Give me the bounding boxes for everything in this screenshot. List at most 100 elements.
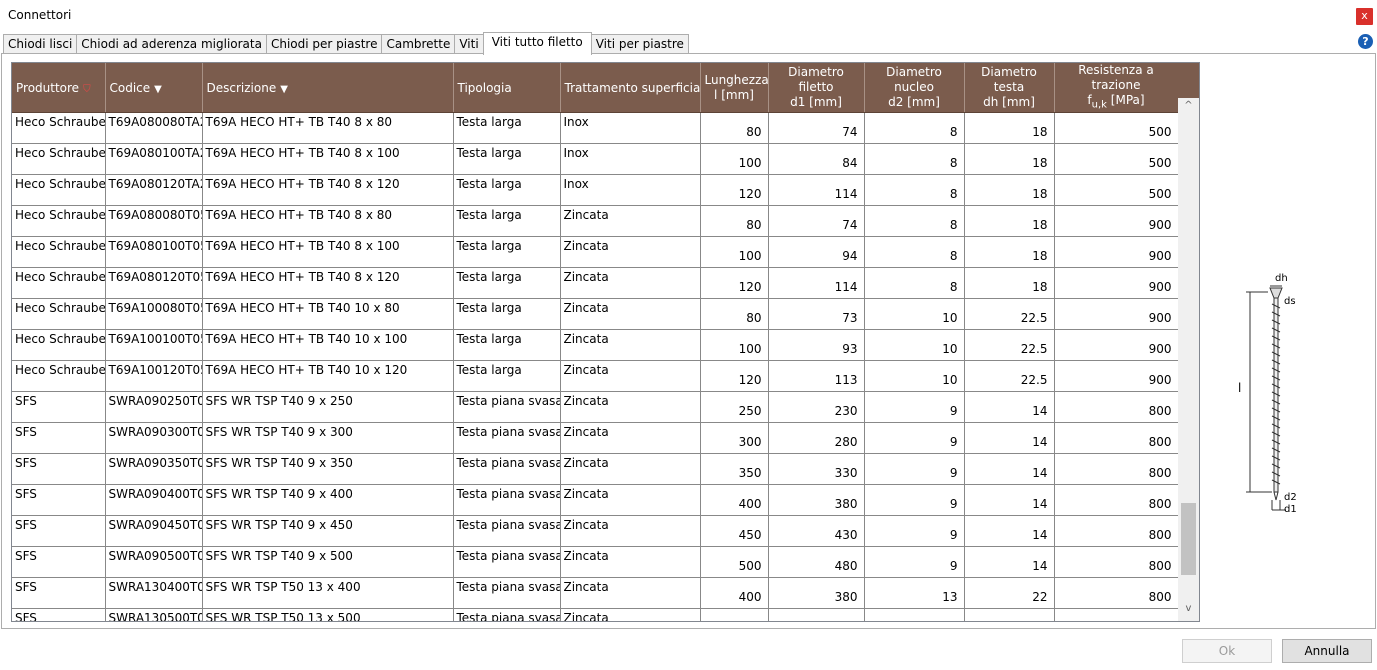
col-header-resistenza[interactable]: Resistenza a trazione fu,k [MPa] — [1054, 63, 1179, 114]
cell-d2[interactable]: 13 — [864, 608, 965, 621]
cell-trattamento[interactable]: Zincata — [560, 484, 701, 517]
cell-codice[interactable]: T69A080100TA2 — [105, 143, 203, 176]
cell-tipologia[interactable]: Testa larga — [453, 174, 561, 207]
close-icon[interactable]: x — [1356, 8, 1373, 25]
cell-trattamento[interactable]: Zincata — [560, 205, 701, 238]
cell-d2[interactable]: 8 — [864, 236, 965, 269]
cell-tipologia[interactable]: Testa piana svasata — [453, 453, 561, 486]
cell-d1[interactable]: 480 — [768, 608, 865, 621]
cell-d2[interactable]: 8 — [864, 174, 965, 207]
cell-trattamento[interactable]: Inox — [560, 112, 701, 145]
cell-codice[interactable]: SWRA130400T05 — [105, 577, 203, 610]
col-header-dh[interactable]: Diametro testa dh [mm] — [964, 63, 1055, 114]
cell-d1[interactable]: 330 — [768, 453, 865, 486]
table-row[interactable]: Heco Schrauben T69A100120T05 T69A HECO HT+… — [12, 360, 1179, 393]
cell-tipologia[interactable]: Testa larga — [453, 236, 561, 269]
col-header-codice[interactable]: Codice ▼ — [105, 63, 203, 114]
table-row[interactable]: Heco Schrauben T69A080080T05 T69A HECO HT+… — [12, 205, 1179, 238]
vertical-scrollbar[interactable]: ^ v — [1178, 98, 1199, 621]
cell-lunghezza[interactable]: 120 — [700, 360, 769, 393]
ok-button[interactable]: Ok — [1182, 639, 1272, 663]
cell-produttore[interactable]: Heco Schrauben — [12, 329, 106, 362]
cell-d2[interactable]: 9 — [864, 515, 965, 548]
cell-descrizione[interactable]: SFS WR TSP T40 9 x 400 — [202, 484, 454, 517]
cell-lunghezza[interactable]: 120 — [700, 267, 769, 300]
cell-codice[interactable]: SWRA090400T05 — [105, 484, 203, 517]
cell-descrizione[interactable]: SFS WR TSP T40 9 x 250 — [202, 391, 454, 424]
cell-codice[interactable]: T69A100120T05 — [105, 360, 203, 393]
cell-d2[interactable]: 8 — [864, 267, 965, 300]
cell-d1[interactable]: 113 — [768, 360, 865, 393]
cell-d2[interactable]: 8 — [864, 143, 965, 176]
cell-descrizione[interactable]: T69A HECO HT+ TB T40 8 x 120 — [202, 267, 454, 300]
cell-produttore[interactable]: Heco Schrauben — [12, 174, 106, 207]
cell-resistenza[interactable]: 500 — [1054, 143, 1179, 176]
cell-dh[interactable]: 14 — [964, 453, 1055, 486]
cell-descrizione[interactable]: SFS WR TSP T50 13 x 400 — [202, 577, 454, 610]
cell-tipologia[interactable]: Testa larga — [453, 329, 561, 362]
table-row[interactable]: SFSSWRA090500T05SFS WR TSP T40 9 x 500Te… — [12, 546, 1179, 579]
cell-tipologia[interactable]: Testa larga — [453, 360, 561, 393]
cell-dh[interactable]: 18 — [964, 112, 1055, 145]
cell-dh[interactable]: 14 — [964, 515, 1055, 548]
cell-produttore[interactable]: Heco Schrauben — [12, 205, 106, 238]
col-header-d1[interactable]: Diametro filetto d1 [mm] — [768, 63, 865, 114]
tab-viti-piastre[interactable]: Viti per piastre — [591, 34, 689, 55]
cell-dh[interactable]: 18 — [964, 267, 1055, 300]
cell-trattamento[interactable]: Zincata — [560, 422, 701, 455]
cell-d2[interactable]: 9 — [864, 484, 965, 517]
cell-lunghezza[interactable]: 300 — [700, 422, 769, 455]
cell-tipologia[interactable]: Testa larga — [453, 267, 561, 300]
cell-produttore[interactable]: Heco Schrauben — [12, 298, 106, 331]
cell-tipologia[interactable]: Testa piana svasata — [453, 515, 561, 548]
cell-lunghezza[interactable]: 80 — [700, 205, 769, 238]
cancel-button[interactable]: Annulla — [1282, 639, 1372, 663]
cell-resistenza[interactable]: 900 — [1054, 267, 1179, 300]
cell-resistenza[interactable]: 800 — [1054, 391, 1179, 424]
cell-dh[interactable]: 18 — [964, 143, 1055, 176]
cell-dh[interactable]: 22.5 — [964, 360, 1055, 393]
table-row[interactable]: Heco Schrauben T69A080100T05 T69A HECO HT+… — [12, 236, 1179, 269]
cell-descrizione[interactable]: T69A HECO HT+ TB T40 8 x 100 — [202, 236, 454, 269]
cell-dh[interactable]: 22.5 — [964, 329, 1055, 362]
cell-trattamento[interactable]: Zincata — [560, 546, 701, 579]
cell-resistenza[interactable]: 500 — [1054, 174, 1179, 207]
cell-trattamento[interactable]: Zincata — [560, 267, 701, 300]
cell-produttore[interactable]: SFS — [12, 391, 106, 424]
cell-descrizione[interactable]: T69A HECO HT+ TB T40 8 x 80 — [202, 205, 454, 238]
table-row[interactable]: Heco Schrauben T69A100080T05 T69A HECO HT+… — [12, 298, 1179, 331]
cell-resistenza[interactable]: 900 — [1054, 236, 1179, 269]
table-row[interactable]: SFSSWRA130400T05SFS WR TSP T50 13 x 400T… — [12, 577, 1179, 610]
cell-descrizione[interactable]: SFS WR TSP T40 9 x 350 — [202, 453, 454, 486]
cell-d1[interactable]: 94 — [768, 236, 865, 269]
cell-d1[interactable]: 380 — [768, 484, 865, 517]
cell-d2[interactable]: 9 — [864, 391, 965, 424]
cell-d1[interactable]: 280 — [768, 422, 865, 455]
cell-lunghezza[interactable]: 80 — [700, 298, 769, 331]
cell-d1[interactable]: 74 — [768, 112, 865, 145]
cell-lunghezza[interactable]: 500 — [700, 546, 769, 579]
cell-descrizione[interactable]: T69A HECO HT+ TB T40 8 x 80 — [202, 112, 454, 145]
cell-trattamento[interactable]: Zincata — [560, 577, 701, 610]
table-row[interactable]: Heco Schrauben T69A080100TA2 T69A HECO HT+… — [12, 143, 1179, 176]
cell-lunghezza[interactable]: 500 — [700, 608, 769, 621]
cell-produttore[interactable]: SFS — [12, 546, 106, 579]
table-row[interactable]: SFSSWRA130500T05SFS WR TSP T50 13 x 500T… — [12, 608, 1179, 621]
cell-trattamento[interactable]: Inox — [560, 143, 701, 176]
cell-produttore[interactable]: SFS — [12, 484, 106, 517]
cell-descrizione[interactable]: SFS WR TSP T40 9 x 450 — [202, 515, 454, 548]
cell-resistenza[interactable]: 800 — [1054, 453, 1179, 486]
cell-produttore[interactable]: Heco Schrauben — [12, 112, 106, 145]
cell-codice[interactable]: SWRA090250T05 — [105, 391, 203, 424]
table-row[interactable]: SFSSWRA090400T05SFS WR TSP T40 9 x 400Te… — [12, 484, 1179, 517]
cell-dh[interactable]: 14 — [964, 484, 1055, 517]
cell-resistenza[interactable]: 800 — [1054, 546, 1179, 579]
cell-d2[interactable]: 9 — [864, 453, 965, 486]
cell-lunghezza[interactable]: 250 — [700, 391, 769, 424]
cell-descrizione[interactable]: T69A HECO HT+ TB T40 8 x 100 — [202, 143, 454, 176]
cell-codice[interactable]: T69A100080T05 — [105, 298, 203, 331]
cell-d2[interactable]: 10 — [864, 298, 965, 331]
cell-d2[interactable]: 13 — [864, 577, 965, 610]
cell-tipologia[interactable]: Testa larga — [453, 143, 561, 176]
cell-resistenza[interactable]: 500 — [1054, 112, 1179, 145]
